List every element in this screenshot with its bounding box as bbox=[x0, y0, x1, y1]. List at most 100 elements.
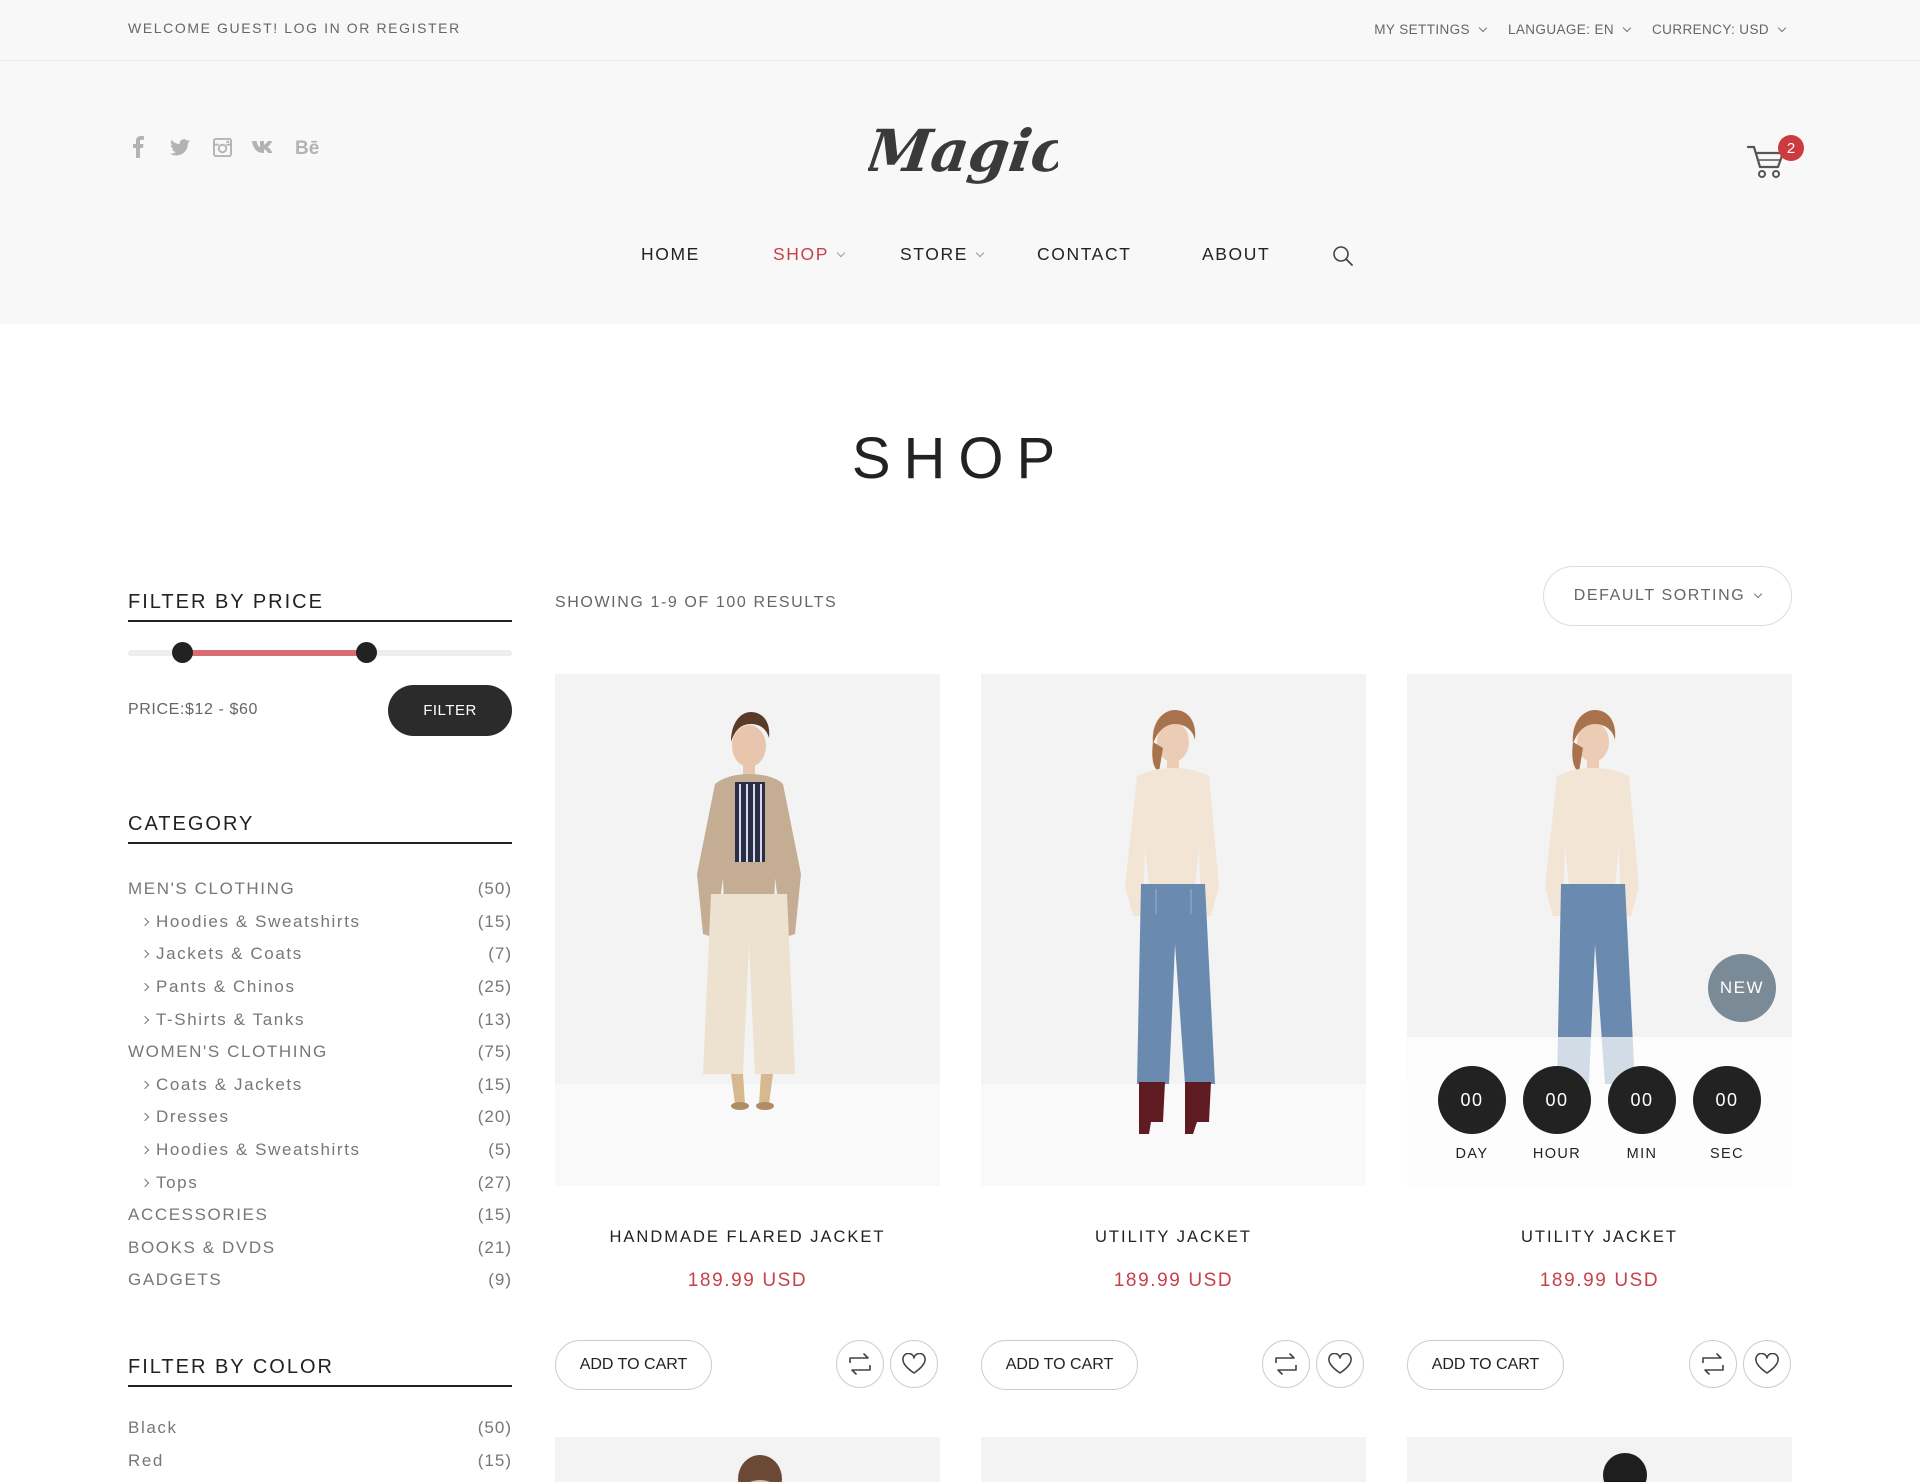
chevron-right-icon bbox=[140, 1145, 150, 1155]
nav-home[interactable]: HOME bbox=[641, 244, 700, 265]
category-count: (50) bbox=[477, 879, 512, 899]
wishlist-button[interactable] bbox=[1316, 1340, 1364, 1388]
category-count: (75) bbox=[477, 1042, 512, 1062]
countdown-value: 00 bbox=[1693, 1066, 1761, 1134]
category-heading: CATEGORY bbox=[128, 813, 512, 844]
category-list: MEN'S CLOTHING (50) Hoodies & Sweatshirts (… bbox=[128, 873, 512, 1297]
welcome-login-register-link[interactable]: WELCOME GUEST! LOG IN OR REGISTER bbox=[128, 20, 461, 36]
category-item[interactable]: Hoodies & Sweatshirts (5) bbox=[128, 1134, 512, 1167]
site-logo[interactable]: Magic bbox=[860, 103, 1071, 193]
add-to-cart-button[interactable]: ADD TO CART bbox=[555, 1340, 712, 1390]
category-label: Pants & Chinos bbox=[156, 977, 296, 997]
product-image[interactable] bbox=[1407, 1437, 1792, 1482]
countdown-unit: HOUR bbox=[1532, 1146, 1582, 1162]
product-image[interactable] bbox=[555, 1437, 940, 1482]
category-label-wrap: Tops bbox=[140, 1173, 198, 1193]
currency-dropdown[interactable]: CURRENCY: USD bbox=[1652, 22, 1787, 37]
product-image[interactable] bbox=[981, 674, 1366, 1186]
category-label-wrap: Jackets & Coats bbox=[140, 944, 303, 964]
category-item[interactable]: Pants & Chinos (25) bbox=[128, 971, 512, 1004]
color-list: Black (50) Red (15) bbox=[128, 1412, 512, 1477]
countdown-unit: DAY bbox=[1455, 1146, 1489, 1162]
chevron-down-icon bbox=[1777, 23, 1787, 32]
category-count: (21) bbox=[477, 1237, 512, 1257]
nav-contact[interactable]: CONTACT bbox=[1037, 244, 1131, 265]
price-slider-min-handle[interactable] bbox=[171, 642, 193, 663]
category-label: T-Shirts & Tanks bbox=[156, 1009, 306, 1029]
product-name[interactable]: HANDMADE FLARED JACKET bbox=[555, 1228, 940, 1247]
product-image[interactable]: NEW 00 DAY 00 HOUR 00 MIN 00 SEC bbox=[1407, 674, 1792, 1186]
category-label-wrap: Pants & Chinos bbox=[140, 977, 296, 997]
price-range-label: PRICE:$12 - $60 bbox=[128, 701, 258, 718]
compare-button[interactable] bbox=[1689, 1340, 1737, 1388]
facebook-icon[interactable] bbox=[126, 135, 150, 159]
category-label: Dresses bbox=[156, 1107, 230, 1127]
category-item[interactable]: GADGETS (9) bbox=[128, 1264, 512, 1297]
category-label: BOOKS & DVDS bbox=[128, 1237, 276, 1257]
color-label: Black bbox=[128, 1418, 178, 1438]
filter-button[interactable]: FILTER bbox=[388, 685, 512, 736]
category-item[interactable]: Coats & Jackets (15) bbox=[128, 1069, 512, 1102]
countdown-unit: SEC bbox=[1709, 1146, 1744, 1162]
category-label: WOMEN'S CLOTHING bbox=[128, 1042, 328, 1062]
nav-about[interactable]: ABOUT bbox=[1202, 244, 1270, 265]
nav-home-label: HOME bbox=[641, 244, 700, 264]
category-item[interactable]: T-Shirts & Tanks (13) bbox=[128, 1003, 512, 1036]
category-item[interactable]: ACCESSORIES (15) bbox=[128, 1199, 512, 1232]
model-photo bbox=[981, 1437, 1366, 1482]
chevron-down-icon bbox=[975, 248, 985, 257]
model-photo bbox=[1603, 1453, 1647, 1482]
product-image[interactable] bbox=[555, 674, 940, 1186]
category-item[interactable]: Jackets & Coats (7) bbox=[128, 938, 512, 971]
twitter-icon[interactable] bbox=[168, 135, 192, 159]
product-name[interactable]: UTILITY JACKET bbox=[981, 1228, 1366, 1247]
compare-button[interactable] bbox=[836, 1340, 884, 1388]
countdown-value: 00 bbox=[1608, 1066, 1676, 1134]
product-name[interactable]: UTILITY JACKET bbox=[1407, 1228, 1792, 1247]
add-to-cart-button[interactable]: ADD TO CART bbox=[981, 1340, 1138, 1390]
behance-icon[interactable]: Bē bbox=[294, 135, 322, 159]
category-item[interactable]: Tops (27) bbox=[128, 1166, 512, 1199]
price-slider-max-handle[interactable] bbox=[356, 642, 378, 663]
wishlist-button[interactable] bbox=[890, 1340, 938, 1388]
product-image[interactable] bbox=[981, 1437, 1366, 1482]
language-label: LANGUAGE: EN bbox=[1507, 22, 1615, 37]
nav-shop[interactable]: SHOP bbox=[773, 244, 846, 265]
countdown-unit: MIN bbox=[1626, 1146, 1658, 1162]
category-label: Jackets & Coats bbox=[156, 944, 303, 964]
sorting-dropdown[interactable]: DEFAULT SORTING bbox=[1543, 566, 1792, 626]
category-label-wrap: BOOKS & DVDS bbox=[128, 1238, 276, 1258]
category-item[interactable]: WOMEN'S CLOTHING (75) bbox=[128, 1036, 512, 1069]
category-item[interactable]: Hoodies & Sweatshirts (15) bbox=[128, 906, 512, 939]
product-price: 189.99 USD bbox=[1113, 1270, 1234, 1291]
nav-about-label: ABOUT bbox=[1202, 244, 1271, 264]
nav-store-label: STORE bbox=[900, 244, 968, 264]
compare-button[interactable] bbox=[1262, 1340, 1310, 1388]
chevron-right-icon bbox=[140, 982, 150, 992]
search-icon[interactable] bbox=[1332, 245, 1354, 267]
category-count: (9) bbox=[488, 1270, 512, 1290]
add-to-cart-button[interactable]: ADD TO CART bbox=[1407, 1340, 1564, 1390]
category-item[interactable]: MEN'S CLOTHING (50) bbox=[128, 873, 512, 906]
nav-store[interactable]: STORE bbox=[900, 244, 985, 265]
social-links: Bē bbox=[126, 135, 322, 159]
color-item[interactable]: Red (15) bbox=[128, 1445, 512, 1478]
logo-text: Magic bbox=[868, 116, 1058, 185]
instagram-icon[interactable] bbox=[210, 135, 234, 159]
heart-icon bbox=[1328, 1353, 1352, 1374]
category-item[interactable]: BOOKS & DVDS (21) bbox=[128, 1232, 512, 1265]
color-count: (15) bbox=[477, 1450, 512, 1470]
color-item[interactable]: Black (50) bbox=[128, 1412, 512, 1445]
category-label-wrap: MEN'S CLOTHING bbox=[128, 879, 295, 899]
product-price: 189.99 USD bbox=[687, 1270, 808, 1291]
language-dropdown[interactable]: LANGUAGE: EN bbox=[1507, 22, 1632, 37]
vk-icon[interactable] bbox=[252, 135, 276, 159]
top-settings-group: MY SETTINGS LANGUAGE: EN CURRENCY: USD bbox=[1374, 22, 1787, 37]
category-item[interactable]: Dresses (20) bbox=[128, 1101, 512, 1134]
wishlist-button[interactable] bbox=[1743, 1340, 1791, 1388]
my-settings-dropdown[interactable]: MY SETTINGS bbox=[1374, 22, 1488, 37]
category-count: (25) bbox=[477, 977, 512, 997]
category-label: ACCESSORIES bbox=[128, 1205, 269, 1225]
category-label-wrap: GADGETS bbox=[128, 1270, 222, 1290]
svg-text:Bē: Bē bbox=[295, 138, 319, 156]
